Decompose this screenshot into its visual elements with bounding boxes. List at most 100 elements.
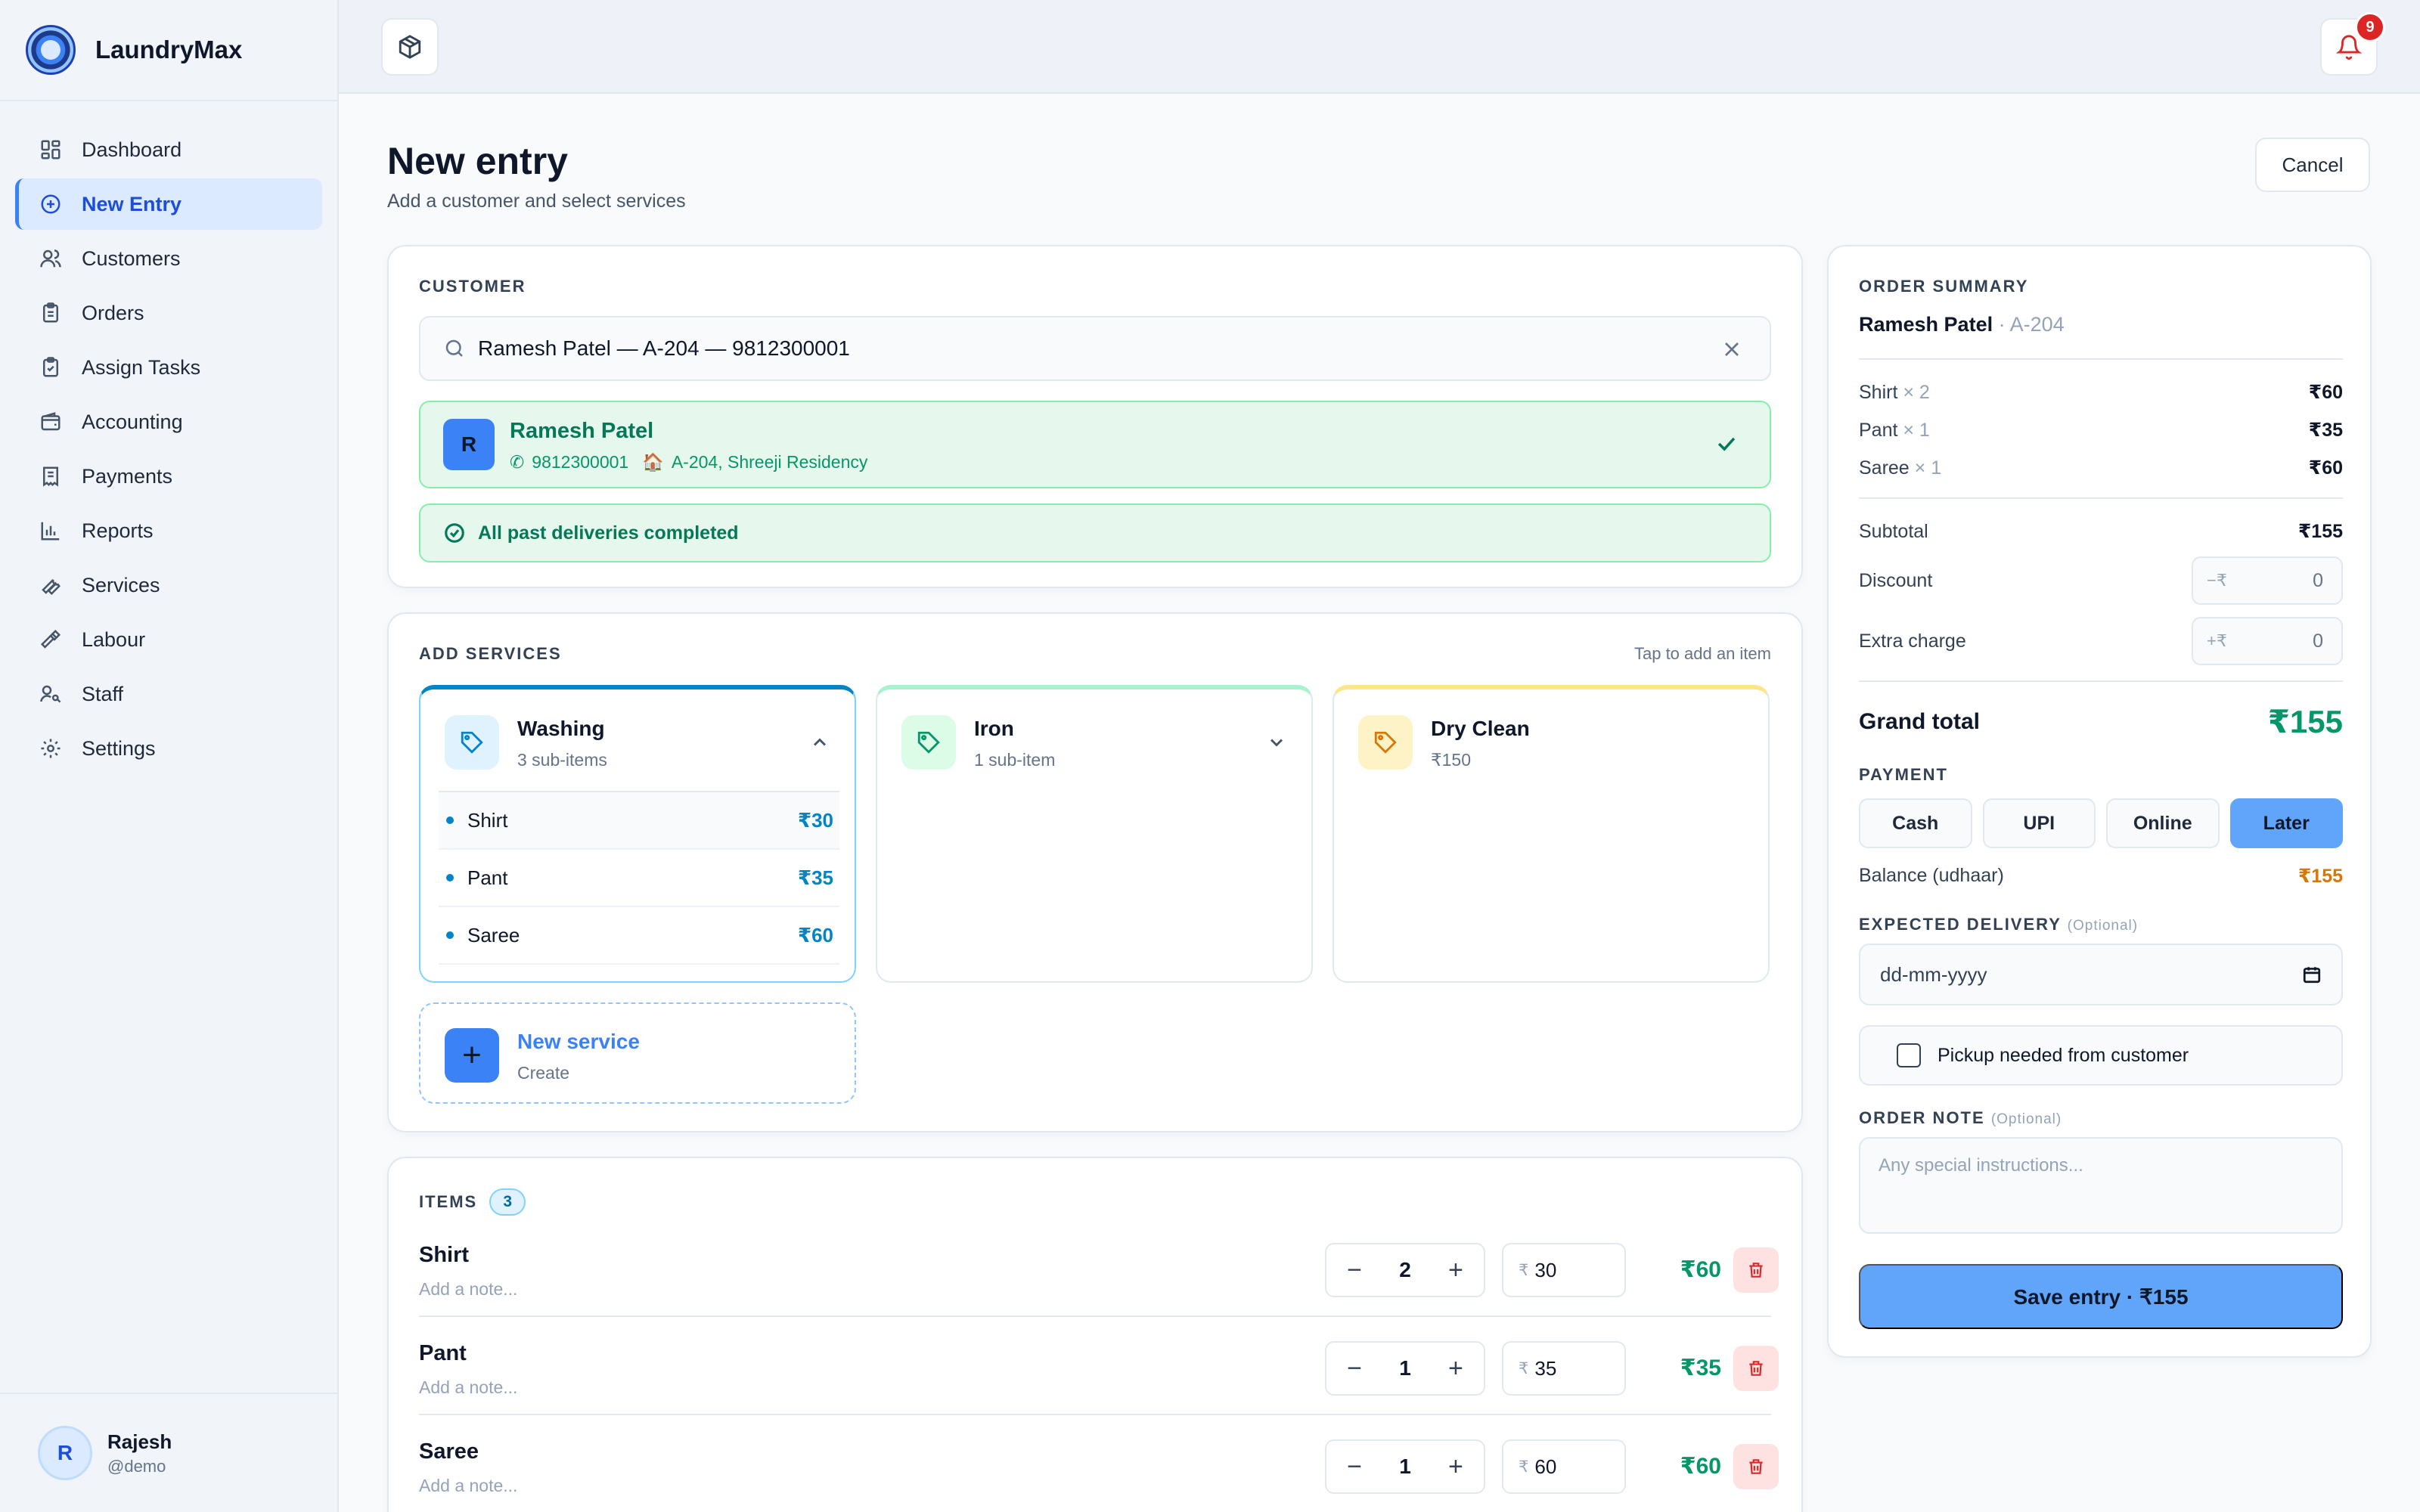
item-name: Pant bbox=[419, 1341, 467, 1365]
sidebar-item-payments[interactable]: Payments bbox=[15, 451, 322, 502]
search-icon bbox=[443, 337, 466, 360]
items-card: ITEMS 3 Shirt Add a note... − 2 + ₹ 30 ₹… bbox=[387, 1157, 1803, 1512]
summary-line: Shirt × 2 ₹60 bbox=[1859, 381, 2343, 404]
delete-item-button[interactable] bbox=[1733, 1444, 1779, 1489]
payment-online-button[interactable]: Online bbox=[2106, 798, 2220, 848]
sub-item-shirt[interactable]: Shirt ₹30 bbox=[439, 792, 839, 850]
payment-later-button[interactable]: Later bbox=[2229, 798, 2343, 848]
delivery-date-input[interactable]: dd-mm-yyyy bbox=[1859, 943, 2343, 1005]
sidebar-item-customers[interactable]: Customers bbox=[15, 233, 322, 284]
brand[interactable]: LaundryMax bbox=[0, 0, 337, 101]
new-service-button[interactable]: + New service Create bbox=[419, 1002, 856, 1104]
sidebar-item-label: Assign Tasks bbox=[82, 355, 201, 379]
sub-item-pant[interactable]: Pant ₹35 bbox=[439, 850, 839, 907]
user-profile[interactable]: R Rajesh @demo bbox=[0, 1393, 337, 1512]
item-note-input[interactable]: Add a note... bbox=[419, 1476, 517, 1496]
pickup-option[interactable]: Pickup needed from customer bbox=[1859, 1025, 2343, 1086]
selected-customer[interactable]: R Ramesh Patel ✆ 9812300001 🏠 A-204, Shr… bbox=[419, 401, 1771, 488]
sidebar-item-label: Payments bbox=[82, 464, 173, 488]
sidebar-item-assign-tasks[interactable]: Assign Tasks bbox=[15, 342, 322, 393]
delete-item-button[interactable] bbox=[1733, 1346, 1779, 1391]
users-icon bbox=[38, 246, 64, 271]
customer-avatar: R bbox=[443, 419, 495, 470]
summary-line-qty: × 1 bbox=[1903, 419, 1930, 441]
trash-icon bbox=[1749, 1263, 1763, 1278]
pickup-checkbox[interactable] bbox=[1897, 1043, 1921, 1067]
payment-cash-button[interactable]: Cash bbox=[1859, 798, 1972, 848]
balance-row: Balance (udhaar) ₹155 bbox=[1859, 865, 2343, 888]
delete-item-button[interactable] bbox=[1733, 1247, 1779, 1293]
subtotal-label: Subtotal bbox=[1859, 520, 1928, 542]
minus-button[interactable]: − bbox=[1342, 1354, 1367, 1383]
quantity-value: 2 bbox=[1399, 1258, 1411, 1281]
plus-button[interactable]: + bbox=[1443, 1256, 1469, 1285]
calendar-icon[interactable] bbox=[2302, 965, 2322, 984]
item-note-input[interactable]: Add a note... bbox=[419, 1377, 517, 1398]
plus-button[interactable]: + bbox=[1443, 1354, 1469, 1383]
item-row-pant: Pant Add a note... − 1 + ₹ 35 ₹35 bbox=[419, 1318, 1779, 1415]
quantity-stepper: − 1 + bbox=[1325, 1341, 1485, 1396]
service-card-dry-clean[interactable]: Dry Clean ₹150 bbox=[1333, 685, 1770, 983]
discount-input[interactable]: −₹ 0 bbox=[2192, 556, 2343, 605]
sidebar-item-staff[interactable]: Staff bbox=[15, 668, 322, 720]
chevron-down-icon[interactable] bbox=[1266, 732, 1287, 753]
summary-line-amount: ₹35 bbox=[2308, 420, 2343, 441]
chevron-up-icon[interactable] bbox=[809, 732, 830, 753]
customer-card: CUSTOMER Ramesh Patel — A-204 — 98123000… bbox=[387, 245, 1803, 588]
user-name: Rajesh bbox=[107, 1430, 172, 1453]
minus-button[interactable]: − bbox=[1342, 1452, 1367, 1482]
sidebar-item-labour[interactable]: Labour bbox=[15, 614, 322, 665]
sidebar-item-label: Settings bbox=[82, 736, 156, 760]
trash-icon bbox=[1749, 1361, 1763, 1376]
plus-circle-icon bbox=[38, 191, 64, 217]
sub-item-saree[interactable]: Saree ₹60 bbox=[439, 907, 839, 965]
payment-upi-button[interactable]: UPI bbox=[1982, 798, 2096, 848]
bullet-icon bbox=[446, 874, 454, 881]
sidebar-item-new-entry[interactable]: New Entry bbox=[15, 178, 322, 230]
close-icon[interactable] bbox=[1720, 337, 1744, 361]
delivery-date-placeholder: dd-mm-yyyy bbox=[1880, 962, 1987, 986]
minus-button[interactable]: − bbox=[1342, 1256, 1367, 1285]
sidebar-item-orders[interactable]: Orders bbox=[15, 287, 322, 339]
price-input[interactable]: ₹ 35 bbox=[1502, 1341, 1626, 1396]
home-icon: 🏠 bbox=[642, 452, 664, 472]
sidebar-item-reports[interactable]: Reports bbox=[15, 505, 322, 556]
tag-icon bbox=[1358, 715, 1413, 770]
tag-icon bbox=[901, 715, 956, 770]
price-value: 35 bbox=[1534, 1356, 1557, 1380]
item-note-input[interactable]: Add a note... bbox=[419, 1279, 517, 1300]
app-name: LaundryMax bbox=[95, 36, 243, 64]
sidebar-item-settings[interactable]: Settings bbox=[15, 723, 322, 774]
extra-charge-input[interactable]: +₹ 0 bbox=[2192, 617, 2343, 665]
save-entry-button[interactable]: Save entry · ₹155 bbox=[1859, 1264, 2343, 1329]
price-input[interactable]: ₹ 30 bbox=[1502, 1243, 1626, 1297]
extra-charge-prefix: +₹ bbox=[2207, 631, 2227, 650]
bar-chart-icon bbox=[38, 518, 64, 544]
sidebar-item-services[interactable]: Services bbox=[15, 559, 322, 611]
notifications-button[interactable]: 9 bbox=[2320, 12, 2385, 76]
currency-symbol: ₹ bbox=[1519, 1261, 1529, 1279]
order-note-textarea[interactable]: Any special instructions... bbox=[1859, 1137, 2343, 1234]
summary-line-amount: ₹60 bbox=[2308, 382, 2343, 403]
subtotal-value: ₹155 bbox=[2297, 521, 2343, 542]
summary-customer-name: Ramesh Patel bbox=[1859, 313, 1993, 336]
cancel-button[interactable]: Cancel bbox=[2255, 138, 2370, 192]
service-card-iron[interactable]: Iron 1 sub-item bbox=[876, 685, 1313, 983]
summary-section-label: ORDER SUMMARY bbox=[1859, 277, 2029, 296]
service-name: Iron bbox=[974, 717, 1014, 740]
quantity-stepper: − 1 + bbox=[1325, 1439, 1485, 1494]
trash-icon bbox=[1749, 1459, 1763, 1474]
price-value: 60 bbox=[1534, 1455, 1557, 1478]
extra-charge-row: Extra charge +₹ 0 bbox=[1859, 617, 2343, 665]
plus-button[interactable]: + bbox=[1443, 1452, 1469, 1482]
price-input[interactable]: ₹ 60 bbox=[1502, 1439, 1626, 1494]
laundrymax-logo bbox=[26, 25, 76, 75]
sidebar-item-accounting[interactable]: Accounting bbox=[15, 396, 322, 448]
sidebar-nav: Dashboard New Entry Customers Orders Ass… bbox=[0, 101, 337, 774]
package-button[interactable] bbox=[381, 18, 439, 76]
summary-line: Saree × 1 ₹60 bbox=[1859, 457, 2343, 479]
service-card-washing[interactable]: Washing 3 sub-items Shirt ₹30 Pant ₹35 S… bbox=[419, 685, 856, 983]
sidebar-item-dashboard[interactable]: Dashboard bbox=[15, 124, 322, 175]
customer-section-label: CUSTOMER bbox=[419, 277, 526, 296]
customer-search-input[interactable]: Ramesh Patel — A-204 — 9812300001 bbox=[419, 316, 1771, 381]
